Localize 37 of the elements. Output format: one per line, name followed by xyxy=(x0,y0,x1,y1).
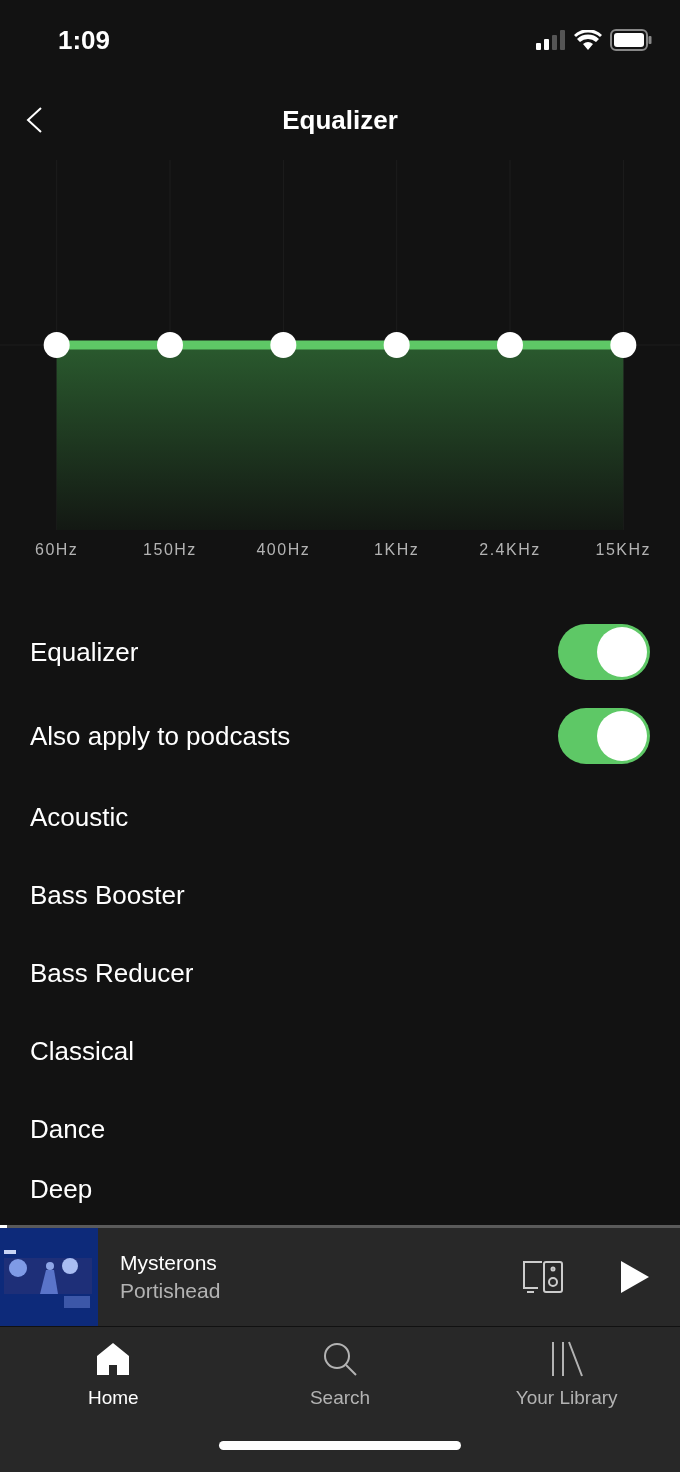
back-button[interactable] xyxy=(24,106,44,134)
battery-icon xyxy=(610,29,652,51)
tab-item[interactable]: Home xyxy=(0,1327,227,1437)
home-icon xyxy=(95,1341,132,1377)
status-time: 1:09 xyxy=(58,24,111,56)
band-label: 400Hz xyxy=(256,541,311,559)
slider-handle[interactable] xyxy=(610,332,637,358)
tab-item[interactable]: Your Library xyxy=(453,1327,680,1437)
band-label: 150Hz xyxy=(143,541,197,559)
slider-handle[interactable] xyxy=(157,332,183,358)
preset-item[interactable]: Bass Booster xyxy=(0,856,680,934)
wifi-icon xyxy=(574,30,602,50)
toggle-switch[interactable] xyxy=(558,624,650,680)
search-icon xyxy=(322,1341,358,1377)
preset-item[interactable]: Acoustic xyxy=(0,778,680,856)
band-label: 15KHz xyxy=(595,541,652,559)
band-label: 2.4KHz xyxy=(479,541,541,559)
slider-handle[interactable] xyxy=(383,332,410,358)
play-button[interactable] xyxy=(620,1260,650,1294)
track-title: Mysterons xyxy=(120,1251,218,1275)
slider-handle[interactable] xyxy=(43,332,70,358)
preset-item[interactable]: Dance xyxy=(0,1090,680,1168)
setting-label: Also apply to podcasts xyxy=(30,720,291,752)
preset-item[interactable]: Classical xyxy=(0,1012,680,1090)
devices-button[interactable] xyxy=(522,1260,564,1294)
slider-handle[interactable] xyxy=(270,332,297,358)
preset-item[interactable]: Deep xyxy=(0,1168,680,1225)
signal-icon xyxy=(536,30,566,50)
band-label: 1KHz xyxy=(374,541,420,559)
track-artist: Portishead xyxy=(120,1279,222,1303)
slider-handle[interactable] xyxy=(497,332,523,358)
page-title: Equalizer xyxy=(282,104,398,136)
band-label: 60Hz xyxy=(35,541,79,559)
preset-item[interactable]: Bass Reducer xyxy=(0,934,680,1012)
toggle-switch[interactable] xyxy=(558,708,650,764)
setting-label: Equalizer xyxy=(30,636,139,668)
tab-item[interactable]: Search xyxy=(226,1327,454,1437)
